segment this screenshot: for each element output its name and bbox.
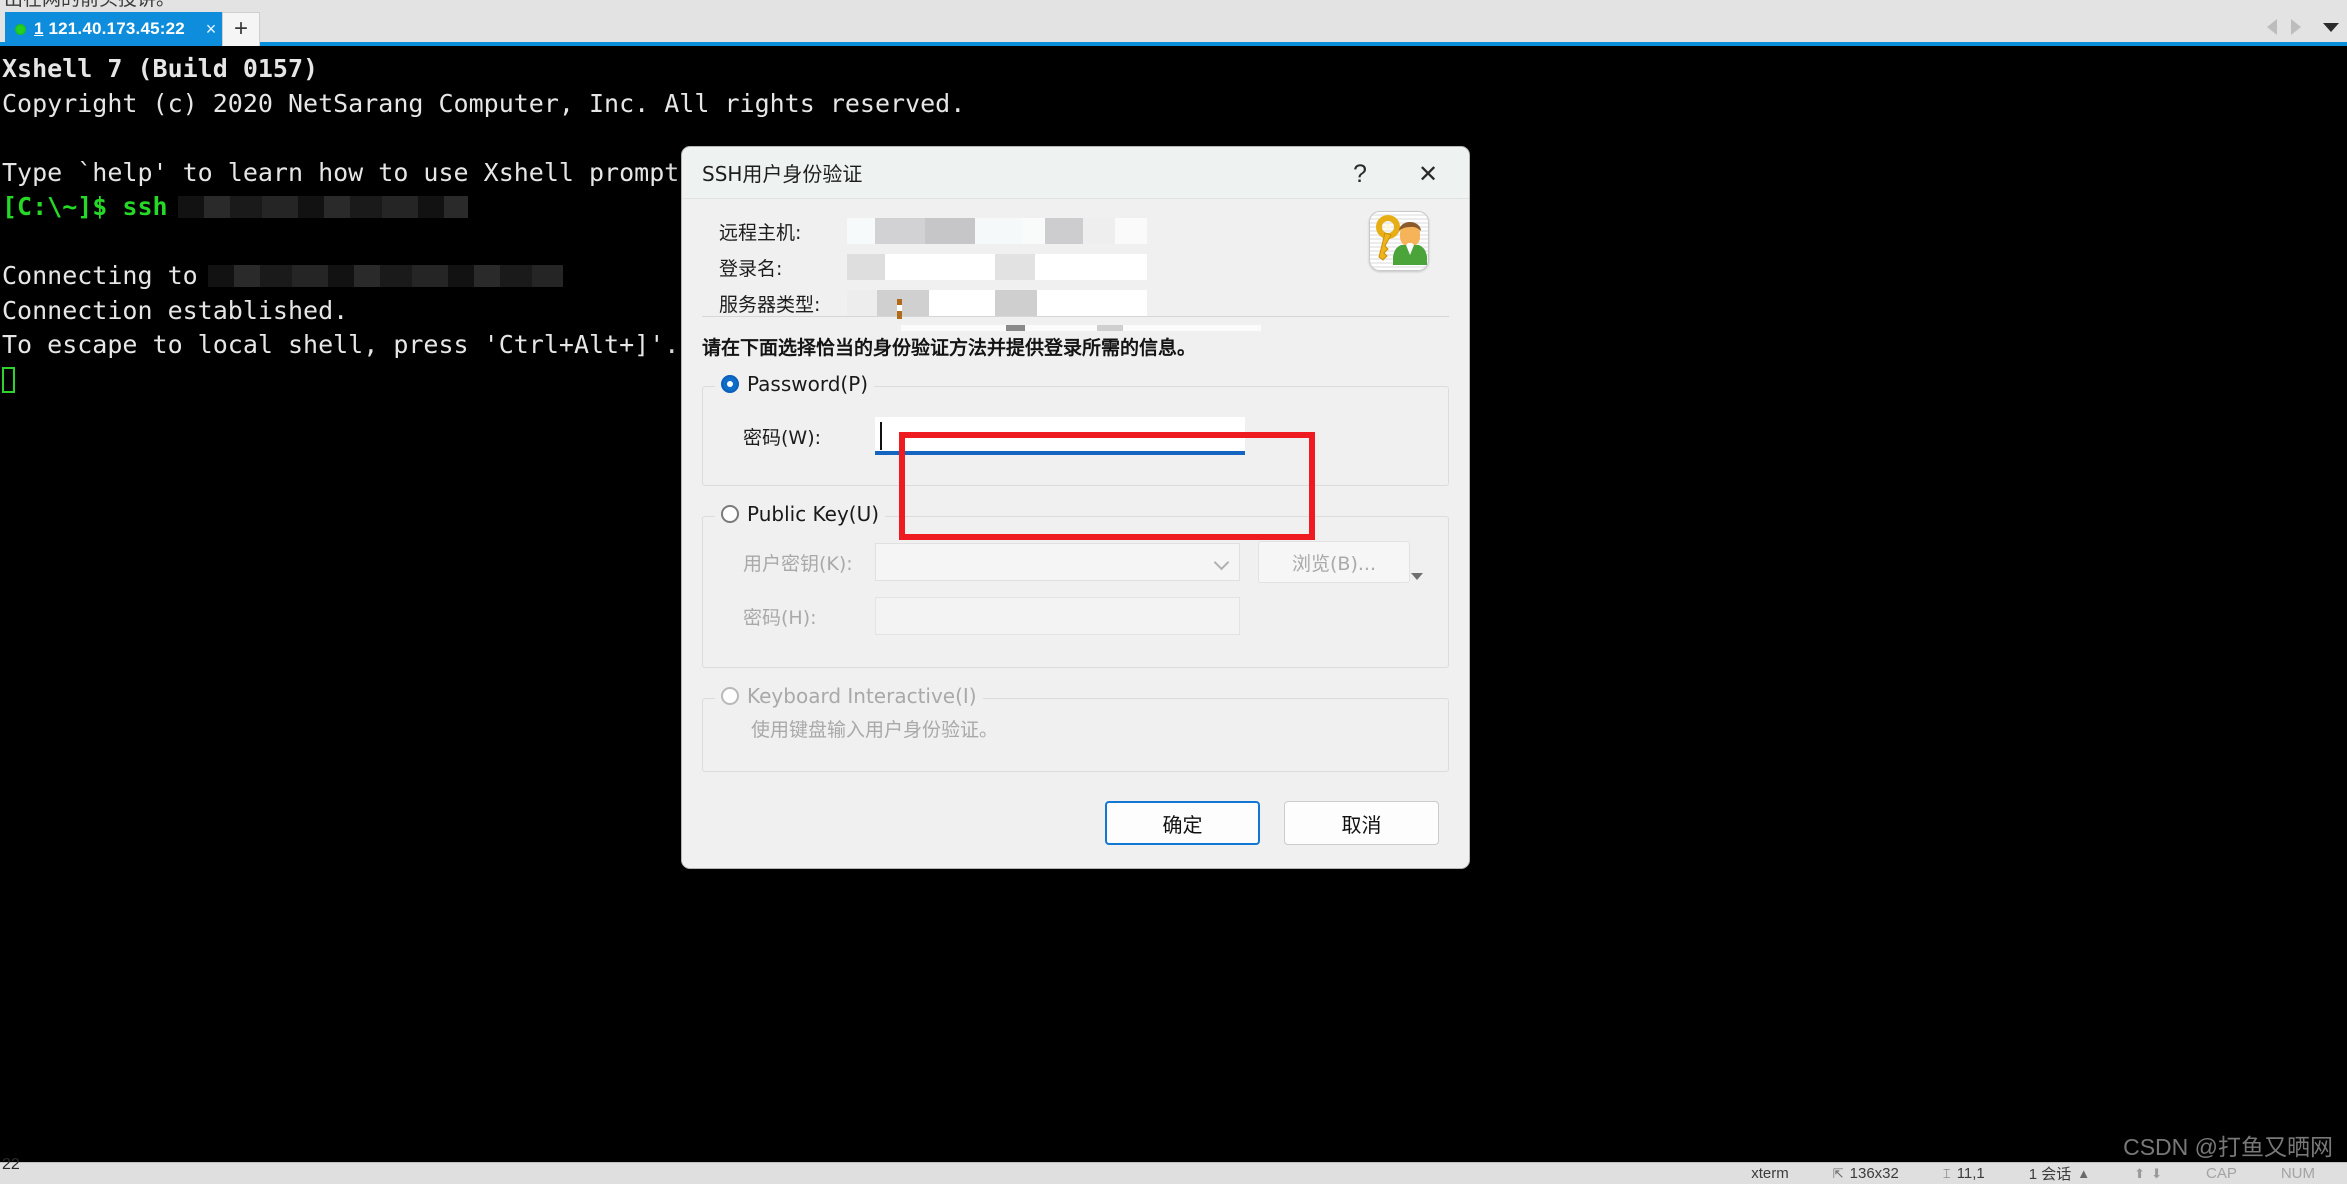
terminal-line: Xshell 7 (Build 0157) <box>2 54 319 83</box>
text-caret <box>880 422 882 450</box>
ok-button[interactable]: 确定 <box>1105 801 1260 845</box>
host-info-row: 远程主机: <box>719 213 1147 249</box>
password-field-row: 密码(W): <box>703 413 1448 459</box>
transfer-status: ⬆ ⬇ <box>2112 1166 2184 1182</box>
keyboard-interactive-radio-option[interactable]: Keyboard Interactive(I) <box>715 684 983 708</box>
publickey-radio-icon[interactable] <box>721 505 739 523</box>
browse-button-label: 浏览(B)... <box>1292 552 1376 575</box>
clipped-text-strip: 出在网的前头投讲。 <box>0 0 2347 10</box>
dropdown-caret-icon[interactable] <box>1411 573 1423 580</box>
cursor-icon: ⌶ <box>1942 1165 1951 1181</box>
session-count-value: 1 会话 <box>2028 1166 2072 1183</box>
remote-host-label: 远程主机: <box>719 221 802 244</box>
shell-prompt: [C:\~]$ ssh <box>2 192 168 221</box>
userkey-field-row: 用户密钥(K): 浏览(B)... <box>703 539 1448 585</box>
session-count-status[interactable]: 1 会话 ▲ <box>2007 1163 2112 1184</box>
block-cursor-icon <box>2 366 15 393</box>
tab-bar: 1 121.40.173.45:22 × + <box>0 10 2347 46</box>
password-group: Password(P) 密码(W): <box>702 372 1449 486</box>
cancel-button[interactable]: 取消 <box>1284 801 1439 845</box>
ssh-authentication-dialog: SSH用户身份验证 ? ✕ 远程主机: 登录名: 服务器类型: 请在下面选择恰当… <box>681 146 1470 869</box>
redacted-host-argument <box>177 196 468 219</box>
publickey-radio-option[interactable]: Public Key(U) <box>715 502 886 526</box>
upload-icon: ⬆ <box>2134 1165 2146 1181</box>
publickey-radio-label: Public Key(U) <box>747 502 880 526</box>
terminal-line-text: Connecting to <box>2 261 198 290</box>
terminal-line: Copyright (c) 2020 NetSarang Computer, I… <box>2 88 966 118</box>
redaction-artifact <box>901 325 1261 331</box>
watermark: CSDN @打鱼又晒网 <box>2123 1134 2333 1160</box>
password-radio-option[interactable]: Password(P) <box>715 372 875 396</box>
host-info-row: 服务器类型: <box>719 285 1147 321</box>
status-bar: 22 xterm ⇱ 136x32 ⌶ 11,1 1 会话 ▲ ⬆ ⬇ CAP … <box>0 1156 2347 1184</box>
chevron-left-icon[interactable] <box>2267 19 2277 35</box>
host-info-section: 远程主机: 登录名: 服务器类型: <box>702 199 1449 331</box>
download-icon: ⬇ <box>2151 1165 2162 1181</box>
status-items: xterm ⇱ 136x32 ⌶ 11,1 1 会话 ▲ ⬆ ⬇ CAP NUM <box>1729 1163 2337 1184</box>
chevron-down-icon <box>1213 554 1230 571</box>
password-label: 密码(W): <box>743 426 822 449</box>
key-user-icon <box>1369 211 1429 271</box>
dialog-body: 远程主机: 登录名: 服务器类型: 请在下面选择恰当的身份验证方法并提供登录所需… <box>682 199 1469 868</box>
host-info-rows: 远程主机: 登录名: 服务器类型: <box>719 213 1261 331</box>
userkey-select[interactable] <box>875 543 1240 581</box>
userkey-label: 用户密钥(K): <box>743 552 853 575</box>
caps-lock-status: CAP <box>2205 1165 2237 1182</box>
caret-up-icon[interactable]: ▲ <box>2077 1166 2090 1181</box>
close-icon[interactable]: ✕ <box>1409 155 1447 193</box>
redaction-artifact <box>897 299 902 319</box>
server-type-value-redacted <box>847 290 1147 316</box>
tab-nav-controls <box>2267 19 2339 35</box>
terminal-size-value: 136x32 <box>1849 1165 1899 1182</box>
close-tab-icon[interactable]: × <box>201 19 221 39</box>
dialog-title: SSH用户身份验证 <box>702 162 863 186</box>
clipped-text: 出在网的前头投讲。 <box>4 0 175 10</box>
instruction-text: 请在下面选择恰当的身份验证方法并提供登录所需的信息。 <box>702 337 1197 359</box>
keyboard-interactive-group: Keyboard Interactive(I) 使用键盘输入用户身份验证。 <box>702 684 1449 772</box>
chevron-down-icon[interactable] <box>2323 22 2339 32</box>
status-left-text: 22 <box>2 1156 20 1173</box>
host-info-row: 登录名: <box>719 249 1147 285</box>
new-tab-button[interactable]: + <box>222 12 260 46</box>
cursor-position-value: 11,1 <box>1956 1165 1985 1182</box>
login-name-label: 登录名: <box>719 257 783 280</box>
publickey-group: Public Key(U) 用户密钥(K): 浏览(B)... 密码(H): <box>702 502 1449 668</box>
num-lock-status: NUM <box>2280 1165 2315 1182</box>
server-type-label: 服务器类型: <box>719 293 821 316</box>
keyboard-interactive-radio-icon[interactable] <box>721 687 739 705</box>
remote-host-value-redacted <box>847 218 1147 244</box>
keyboard-interactive-radio-label: Keyboard Interactive(I) <box>747 684 977 708</box>
tab-index-label: 1 <box>34 19 44 38</box>
password-radio-icon[interactable] <box>721 375 739 393</box>
terminal-size-status: ⇱ 136x32 <box>1811 1165 1921 1182</box>
resize-icon: ⇱ <box>1832 1165 1844 1181</box>
passphrase-label: 密码(H): <box>743 606 817 629</box>
chevron-right-icon[interactable] <box>2291 19 2301 35</box>
connection-status-dot-icon <box>15 23 26 35</box>
login-name-value-redacted <box>847 254 1147 280</box>
tab-title-label: 121.40.173.45:22 <box>48 19 185 38</box>
browse-button[interactable]: 浏览(B)... <box>1258 541 1423 583</box>
session-tab[interactable]: 1 121.40.173.45:22 × <box>5 12 227 46</box>
cursor-position-status: ⌶ 11,1 <box>1921 1165 2007 1182</box>
dialog-footer: 确定 取消 <box>682 801 1469 845</box>
password-radio-label: Password(P) <box>747 372 869 396</box>
password-input[interactable] <box>875 417 1245 455</box>
redacted-host-address <box>207 265 563 288</box>
help-icon[interactable]: ? <box>1341 155 1379 193</box>
passphrase-input[interactable] <box>875 597 1240 635</box>
dialog-title-bar[interactable]: SSH用户身份验证 ? ✕ <box>682 147 1469 199</box>
passphrase-field-row: 密码(H): <box>703 593 1448 639</box>
terminal-type-status: xterm <box>1751 1165 1789 1182</box>
